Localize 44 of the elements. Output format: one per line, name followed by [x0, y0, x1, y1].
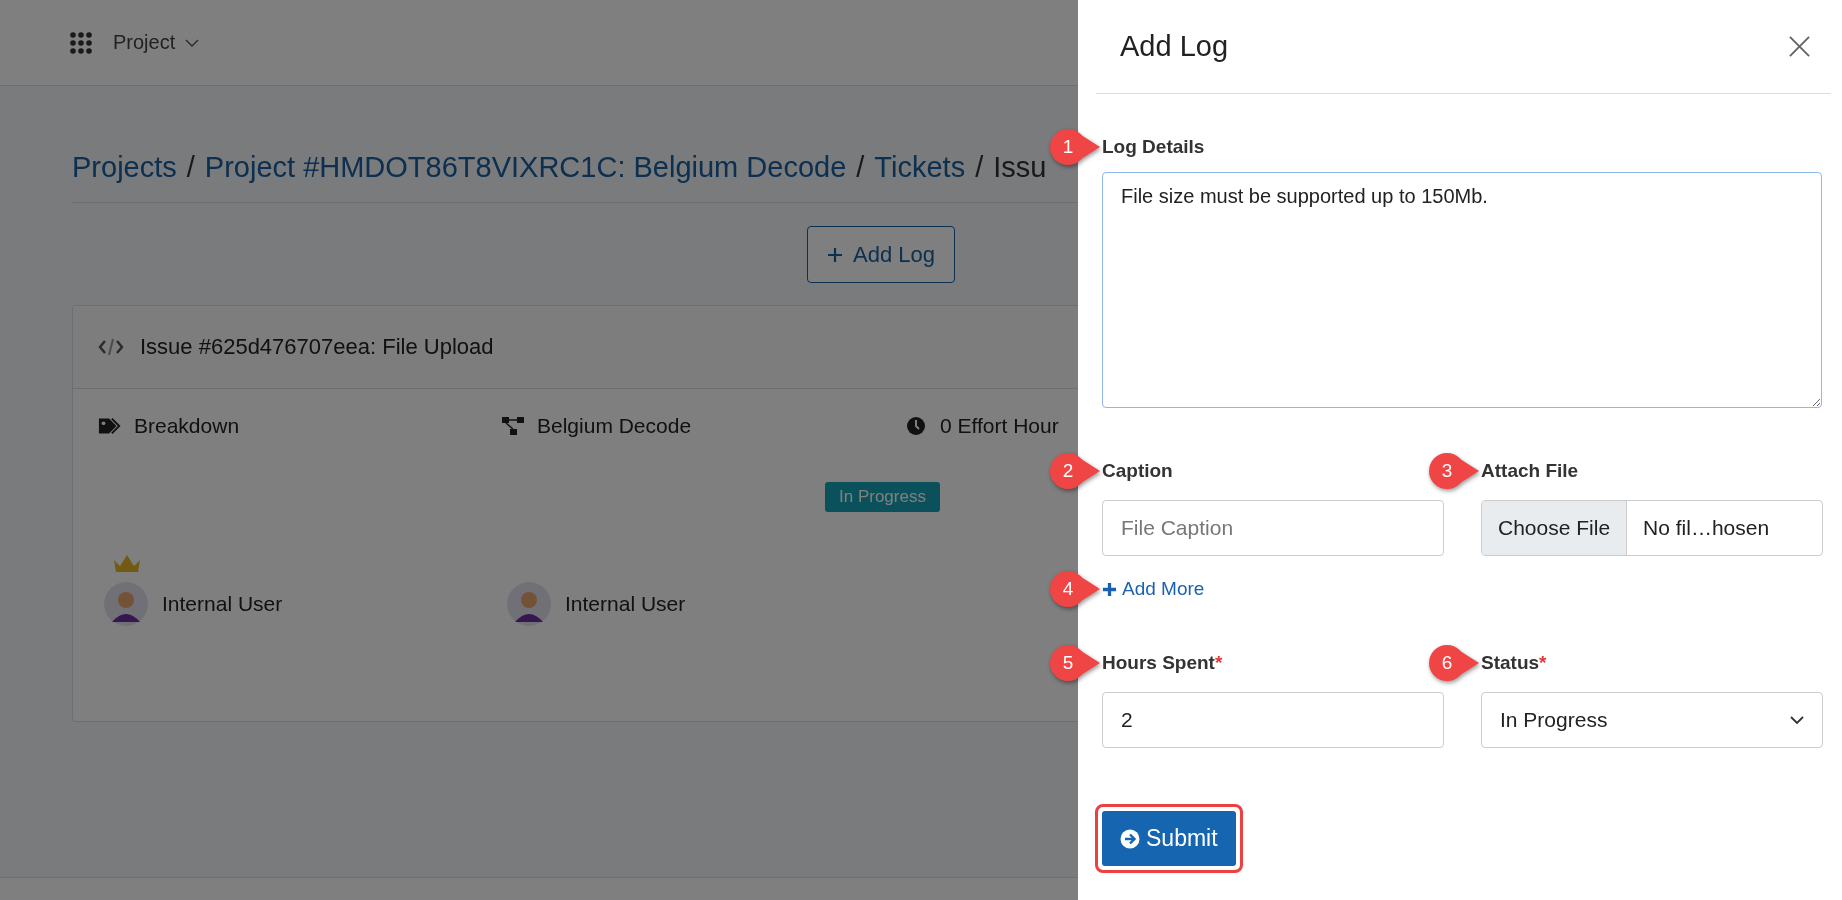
meta-label: Breakdown: [134, 414, 240, 438]
breadcrumb-current: Issu: [993, 150, 1047, 184]
choose-file-button[interactable]: Choose File: [1482, 501, 1628, 555]
submit-button[interactable]: Submit: [1102, 811, 1236, 866]
avatar-icon: [507, 582, 551, 626]
clock-icon: [904, 416, 928, 436]
breadcrumb-separator: /: [975, 150, 984, 184]
field-label: Caption: [1102, 460, 1173, 482]
project-menu[interactable]: Project: [113, 31, 200, 54]
status-select[interactable]: In Progress: [1481, 692, 1823, 748]
drawer-title: Add Log: [1120, 30, 1229, 63]
caret-icon: [185, 38, 200, 47]
meta-label: 0 Effort Hour: [940, 414, 1059, 438]
breadcrumb-separator: /: [186, 150, 195, 184]
hierarchy-icon: [501, 416, 525, 436]
breadcrumb-link[interactable]: Project #HMDOT86T8VIXRC1C: Belgium Decode: [204, 150, 847, 184]
file-picker[interactable]: Choose File No fil…hosen: [1481, 500, 1823, 556]
code-icon: [98, 338, 124, 356]
user-name: Internal User: [162, 592, 283, 616]
breadcrumb-link[interactable]: Tickets: [874, 150, 966, 184]
hours-spent-field[interactable]: 2: [1102, 692, 1444, 748]
file-name: No fil…hosen: [1642, 515, 1771, 541]
meta-label: Belgium Decode: [537, 414, 692, 438]
caption-field[interactable]: File Caption: [1102, 500, 1444, 556]
issue-title: Issue #625d476707eea: File Upload: [140, 334, 494, 360]
tag-icon: [98, 416, 122, 436]
user-name: Internal User: [565, 592, 686, 616]
field-label: Hours Spent*: [1102, 652, 1223, 674]
chevron-down-icon: [1790, 716, 1804, 724]
field-label: Status*: [1481, 652, 1547, 674]
add-log-button[interactable]: Add Log: [807, 226, 955, 283]
close-icon[interactable]: [1788, 35, 1811, 58]
plus-icon: [827, 246, 843, 263]
log-details-field[interactable]: File size must be supported up to 150Mb.: [1102, 172, 1822, 408]
field-label: Attach File: [1481, 460, 1579, 482]
plus-icon: [1102, 581, 1117, 597]
apps-grid-icon[interactable]: [69, 30, 93, 55]
breadcrumb-link[interactable]: Projects: [72, 150, 177, 184]
field-label: Log Details: [1102, 136, 1205, 158]
arrow-circle-icon: [1120, 828, 1140, 849]
add-more-link[interactable]: Add More: [1102, 578, 1205, 600]
avatar-icon: [104, 582, 148, 626]
breadcrumb-separator: /: [856, 150, 865, 184]
status-badge: In Progress: [825, 482, 940, 512]
